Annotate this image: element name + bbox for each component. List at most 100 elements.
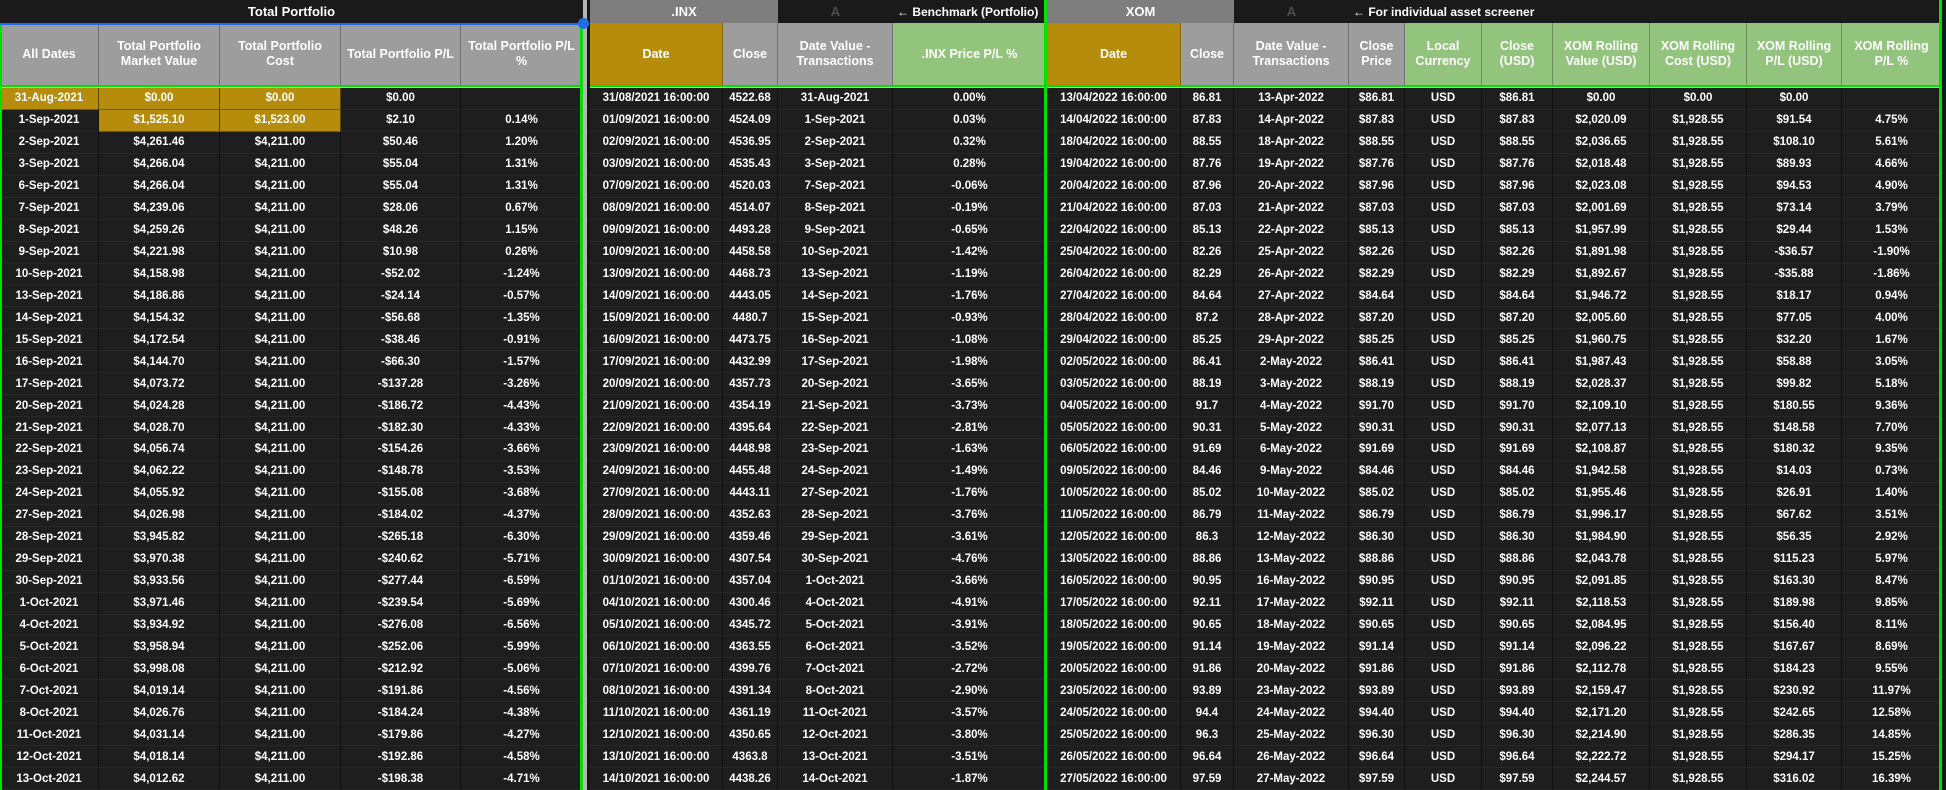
cell[interactable]: 4.66% <box>1842 154 1942 176</box>
cell[interactable]: $87.76 <box>1482 154 1553 176</box>
cell[interactable]: 29-Sep-2021 <box>778 527 893 549</box>
cell[interactable]: 0.32% <box>893 132 1047 154</box>
cell[interactable]: -4.76% <box>893 549 1047 571</box>
cell[interactable]: $2,171.20 <box>1553 702 1650 724</box>
cell[interactable]: 6-Sep-2021 <box>0 176 99 198</box>
cell[interactable]: 18-Apr-2022 <box>1234 132 1349 154</box>
cell[interactable]: 8.11% <box>1842 615 1942 637</box>
cell[interactable]: USD <box>1405 285 1482 307</box>
cell[interactable]: $1,987.43 <box>1553 351 1650 373</box>
cell[interactable]: -1.98% <box>893 351 1047 373</box>
cell[interactable]: -1.63% <box>893 439 1047 461</box>
cell[interactable]: $1,928.55 <box>1650 176 1747 198</box>
cell[interactable]: $4,211.00 <box>220 439 341 461</box>
cell[interactable]: 05/10/2021 16:00:00 <box>590 615 723 637</box>
cell[interactable]: $1,928.55 <box>1650 110 1747 132</box>
cell[interactable]: $2,222.72 <box>1553 746 1650 768</box>
cell[interactable]: $90.65 <box>1482 615 1553 637</box>
cell[interactable]: $84.46 <box>1349 461 1405 483</box>
cell[interactable]: 4.90% <box>1842 176 1942 198</box>
cell[interactable]: $85.13 <box>1482 220 1553 242</box>
cell[interactable]: $0.00 <box>1650 88 1747 110</box>
cell[interactable]: $4,024.28 <box>99 395 220 417</box>
cell[interactable]: 20/04/2022 16:00:00 <box>1047 176 1181 198</box>
cell[interactable]: 7-Sep-2021 <box>778 176 893 198</box>
cell[interactable]: $56.35 <box>1747 527 1842 549</box>
cell[interactable]: USD <box>1405 132 1482 154</box>
cell[interactable]: $2,109.10 <box>1553 395 1650 417</box>
cell[interactable]: 1.20% <box>461 132 583 154</box>
cell[interactable]: $4,211.00 <box>220 702 341 724</box>
cell[interactable]: $3,945.82 <box>99 527 220 549</box>
cell[interactable]: $55.04 <box>341 176 461 198</box>
cell[interactable]: USD <box>1405 373 1482 395</box>
cell[interactable]: $4,031.14 <box>99 724 220 746</box>
cell[interactable]: 20-Sep-2021 <box>0 395 99 417</box>
cell[interactable]: USD <box>1405 768 1482 790</box>
column-letter[interactable]: A <box>1234 0 1349 23</box>
cell[interactable]: $86.79 <box>1349 505 1405 527</box>
cell[interactable]: $1,928.55 <box>1650 220 1747 242</box>
cell[interactable]: $87.96 <box>1482 176 1553 198</box>
cell[interactable]: 2.92% <box>1842 527 1942 549</box>
cell[interactable]: -$179.86 <box>341 724 461 746</box>
cell[interactable]: 86.3 <box>1181 527 1234 549</box>
cell[interactable]: $3,970.38 <box>99 549 220 571</box>
cell[interactable]: $316.02 <box>1747 768 1842 790</box>
cell[interactable]: -3.61% <box>893 527 1047 549</box>
cell[interactable]: $97.59 <box>1482 768 1553 790</box>
cell[interactable]: $2,244.57 <box>1553 768 1650 790</box>
cell[interactable]: 16-Sep-2021 <box>778 329 893 351</box>
cell[interactable]: $1,928.55 <box>1650 505 1747 527</box>
cell[interactable]: $18.17 <box>1747 285 1842 307</box>
cell[interactable]: 11-Oct-2021 <box>0 724 99 746</box>
cell[interactable]: 4480.7 <box>723 307 778 329</box>
cell[interactable]: -1.86% <box>1842 264 1942 286</box>
cell[interactable]: $4,211.00 <box>220 132 341 154</box>
cell[interactable]: 4514.07 <box>723 198 778 220</box>
cell[interactable]: $4,211.00 <box>220 176 341 198</box>
cell[interactable]: 90.31 <box>1181 417 1234 439</box>
cell[interactable]: 04/05/2022 16:00:00 <box>1047 395 1181 417</box>
cell[interactable]: $180.32 <box>1747 439 1842 461</box>
cell[interactable]: USD <box>1405 417 1482 439</box>
cell[interactable]: USD <box>1405 636 1482 658</box>
cell[interactable]: $1,891.98 <box>1553 242 1650 264</box>
column-letter[interactable]: A <box>778 0 893 23</box>
column-header[interactable]: XOM Rolling Cost (USD) <box>1650 23 1747 85</box>
cell[interactable]: 9.35% <box>1842 439 1942 461</box>
cell[interactable]: $96.64 <box>1349 746 1405 768</box>
cell[interactable]: $2,091.85 <box>1553 571 1650 593</box>
cell[interactable]: $86.81 <box>1349 88 1405 110</box>
cell[interactable]: $184.23 <box>1747 658 1842 680</box>
cell[interactable]: $2,005.60 <box>1553 307 1650 329</box>
cell[interactable]: $86.41 <box>1482 351 1553 373</box>
cell[interactable]: 5.97% <box>1842 549 1942 571</box>
cell[interactable]: 06/10/2021 16:00:00 <box>590 636 723 658</box>
cell[interactable]: $156.40 <box>1747 615 1842 637</box>
cell[interactable]: 26/05/2022 16:00:00 <box>1047 746 1181 768</box>
cell[interactable]: -$148.78 <box>341 461 461 483</box>
cell[interactable]: $1,928.55 <box>1650 615 1747 637</box>
cell[interactable]: $0.00 <box>341 88 461 110</box>
cell[interactable]: $4,211.00 <box>220 746 341 768</box>
cell[interactable]: 11.97% <box>1842 680 1942 702</box>
column-header[interactable]: Date <box>1047 23 1181 85</box>
cell[interactable]: $4,158.98 <box>99 264 220 286</box>
cell[interactable]: 24-May-2022 <box>1234 702 1349 724</box>
cell[interactable]: 1-Sep-2021 <box>0 110 99 132</box>
cell[interactable]: 10/05/2022 16:00:00 <box>1047 483 1181 505</box>
cell[interactable]: 22/04/2022 16:00:00 <box>1047 220 1181 242</box>
cell[interactable]: 08/09/2021 16:00:00 <box>590 198 723 220</box>
cell[interactable]: -3.91% <box>893 615 1047 637</box>
cell[interactable]: -1.42% <box>893 242 1047 264</box>
cell[interactable]: $91.69 <box>1482 439 1553 461</box>
cell[interactable]: 20-May-2022 <box>1234 658 1349 680</box>
column-header[interactable]: Date <box>590 23 723 85</box>
cell[interactable]: -2.90% <box>893 680 1047 702</box>
column-header[interactable]: Close <box>1181 23 1234 85</box>
cell[interactable]: $1,928.55 <box>1650 417 1747 439</box>
cell[interactable]: USD <box>1405 395 1482 417</box>
cell[interactable]: 01/09/2021 16:00:00 <box>590 110 723 132</box>
cell[interactable]: 12.58% <box>1842 702 1942 724</box>
